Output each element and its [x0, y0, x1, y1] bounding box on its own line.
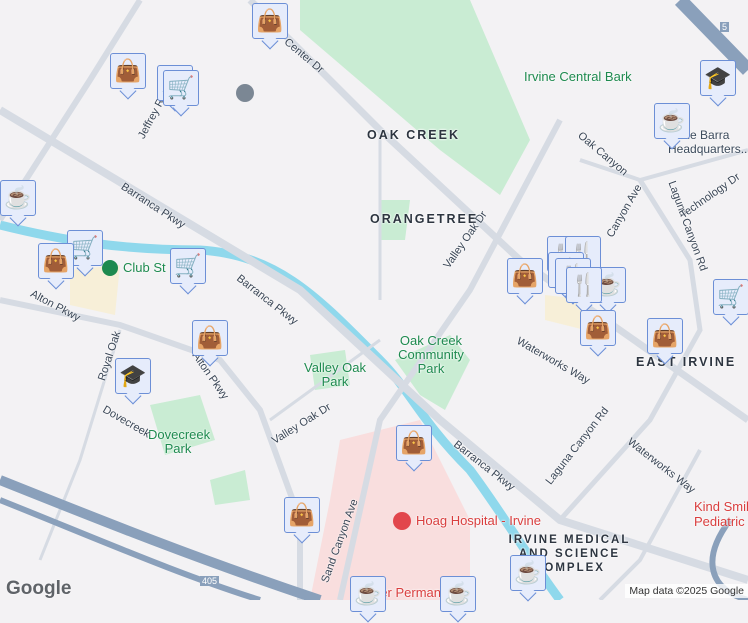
grocery-marker[interactable]: 🛒 [170, 248, 206, 284]
shopping-marker[interactable]: 👜 [396, 425, 432, 461]
poi-club[interactable]: Club St [123, 261, 166, 275]
poi-kind-smiles[interactable]: Kind Smiles Pediatric [694, 499, 748, 529]
google-logo[interactable]: Google [6, 578, 71, 600]
graduation-cap-icon: 🎓 [704, 65, 732, 90]
area-orangetree: ORANGETREE [370, 212, 479, 226]
shopping-bag-icon: 👜 [651, 323, 679, 348]
highway-5-shield: 5 [720, 22, 730, 32]
shopping-marker[interactable]: 👜 [252, 3, 288, 39]
shopping-bag-icon: 👜 [42, 248, 70, 273]
shopping-bag-icon: 👜 [584, 315, 612, 340]
grocery-marker[interactable]: 🛒 [163, 70, 199, 106]
shopping-cart-icon: 🛒 [71, 235, 99, 260]
map-canvas[interactable] [0, 0, 748, 600]
club-poi-icon[interactable] [102, 260, 118, 276]
shopping-marker[interactable]: 👜 [284, 497, 320, 533]
grocery-marker[interactable]: 🛒 [713, 279, 748, 315]
green-area [210, 470, 250, 505]
school-marker[interactable]: 🎓 [700, 60, 736, 96]
shopping-bag-icon: 👜 [256, 8, 284, 33]
park-label-central-bark: Irvine Central Bark [524, 69, 632, 84]
cafe-marker[interactable]: ☕ [440, 576, 476, 612]
restaurant-marker[interactable]: 🍴 [566, 267, 602, 303]
school-poi-icon[interactable] [236, 84, 254, 102]
area-east-irvine: EAST IRVINE [636, 355, 737, 369]
park-label-oak-creek: Oak Creek Community Park [398, 333, 464, 376]
shopping-marker[interactable]: 👜 [580, 310, 616, 346]
shopping-cart-icon: 🛒 [174, 253, 202, 278]
shopping-bag-icon: 👜 [288, 502, 316, 527]
cafe-marker[interactable]: ☕ [654, 103, 690, 139]
school-marker[interactable]: 🎓 [115, 358, 151, 394]
park-label-dovecreek: Dovecreek Park [148, 427, 211, 456]
poi-hoag-hospital[interactable]: Hoag Hospital - Irvine [416, 513, 541, 528]
cafe-marker[interactable]: ☕ [350, 576, 386, 612]
park-label-valley-oak: Valley Oak Park [304, 360, 366, 389]
shopping-marker[interactable]: 👜 [110, 53, 146, 89]
shopping-bag-icon: 👜 [114, 58, 142, 83]
shopping-marker[interactable]: 👜 [647, 318, 683, 354]
shopping-marker[interactable]: 👜 [192, 320, 228, 356]
shopping-cart-icon: 🛒 [167, 75, 195, 100]
hospital-icon[interactable] [393, 512, 411, 530]
highway-405-shield: 405 [200, 576, 220, 586]
shopping-marker[interactable]: 👜 [38, 243, 74, 279]
coffee-cup-icon: ☕ [4, 185, 32, 210]
shopping-marker[interactable]: 👜 [507, 258, 543, 294]
shopping-bag-icon: 👜 [511, 263, 539, 288]
shopping-bag-icon: 👜 [400, 430, 428, 455]
shopping-bag-icon: 👜 [196, 325, 224, 350]
coffee-cup-icon: ☕ [658, 108, 686, 133]
coffee-cup-icon: ☕ [514, 560, 542, 585]
coffee-cup-icon: ☕ [444, 581, 472, 606]
map-attribution[interactable]: Map data ©2025 Google [625, 584, 748, 598]
fork-knife-icon: 🍴 [570, 272, 598, 297]
cafe-marker[interactable]: ☕ [510, 555, 546, 591]
graduation-cap-icon: 🎓 [119, 363, 147, 388]
cafe-marker[interactable]: ☕ [0, 180, 36, 216]
area-oak-creek: OAK CREEK [367, 128, 461, 142]
shopping-cart-icon: 🛒 [717, 284, 745, 309]
coffee-cup-icon: ☕ [354, 581, 382, 606]
